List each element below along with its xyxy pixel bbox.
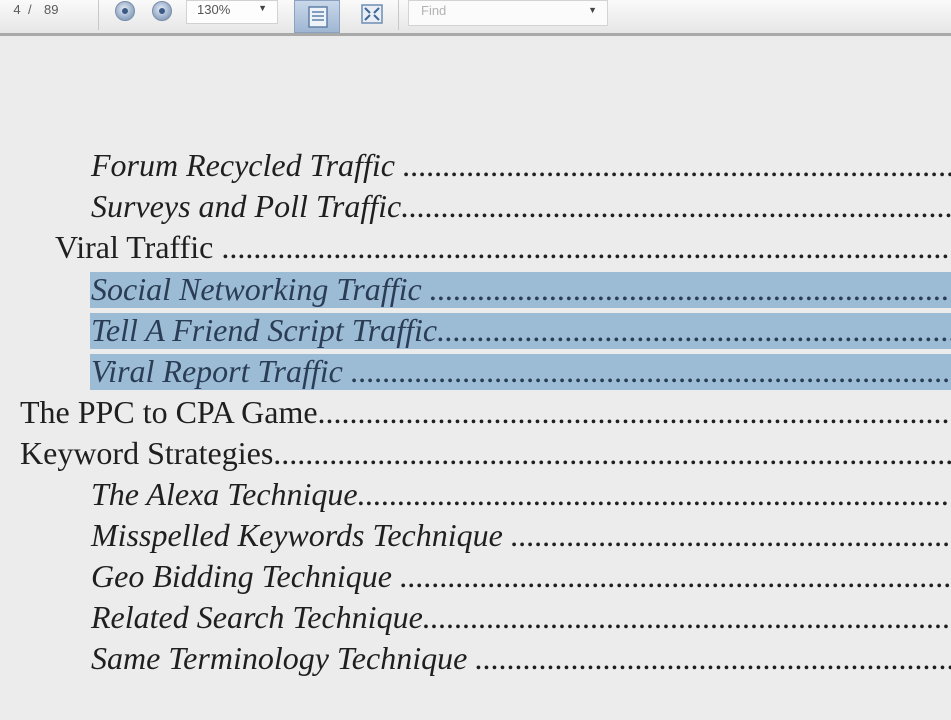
toc-entry[interactable]: Geo Bidding Technique ..................…	[0, 556, 951, 596]
zoom-in-icon	[159, 8, 165, 14]
page-number-input[interactable]: 4	[10, 2, 24, 17]
toc-dot-leader: ........................................…	[422, 599, 951, 635]
toc-dot-leader: ........................................…	[475, 640, 951, 676]
zoom-in-button[interactable]	[152, 1, 172, 21]
toc-entry-title: The Alexa Technique	[91, 476, 358, 512]
toc-entry[interactable]: Same Terminology Technique .............…	[0, 638, 951, 678]
zoom-out-icon	[122, 8, 128, 14]
toc-entry-title: Social Networking Traffic	[91, 271, 430, 307]
toc-entry-title: Same Terminology Technique	[91, 640, 476, 676]
find-input[interactable]: Find ▼	[408, 0, 608, 26]
toc-dot-leader: ........................................…	[401, 188, 951, 224]
toc-dot-leader: ........................................…	[400, 558, 951, 594]
toc-entry-title: Viral Traffic	[55, 229, 222, 265]
document-page: Forum Recycled Traffic .................…	[0, 39, 951, 720]
fit-page-button[interactable]	[294, 0, 340, 33]
zoom-level-value: 130%	[197, 2, 231, 17]
full-screen-icon	[361, 4, 383, 24]
toc-dot-leader: ........................................…	[437, 312, 951, 348]
toc-dot-leader: ........................................…	[357, 476, 951, 512]
toc-entry-title: Misspelled Keywords Technique	[91, 517, 511, 553]
toc-entry[interactable]: Misspelled Keywords Technique ..........…	[0, 515, 951, 555]
toolbar-divider	[398, 0, 399, 30]
toc-entry[interactable]: Forum Recycled Traffic .................…	[0, 145, 951, 185]
toc-entry[interactable]: Surveys and Poll Traffic................…	[0, 186, 951, 226]
toc-dot-leader: ........................................…	[317, 394, 951, 430]
toc-entry[interactable]: Tell A Friend Script Traffic............…	[0, 310, 951, 350]
toc-entry-title: Forum Recycled Traffic	[91, 147, 403, 183]
find-placeholder: Find	[421, 3, 447, 18]
full-screen-button[interactable]	[354, 0, 390, 30]
toc-dot-leader: ........................................…	[402, 147, 951, 183]
toc-entry-title: Viral Report Traffic	[91, 353, 351, 389]
toc-entry[interactable]: Related Search Technique................…	[0, 597, 951, 637]
toc-entry-title: Geo Bidding Technique	[91, 558, 400, 594]
chevron-down-icon: ▼	[588, 5, 597, 15]
toc-entry-title: The PPC to CPA Game	[20, 394, 318, 430]
page-total: 89	[44, 2, 59, 17]
toc-entry[interactable]: Viral Traffic ..........................…	[0, 227, 951, 267]
toolbar: 4 / 89 130% ▼ Find ▼	[0, 0, 951, 36]
toc-entry[interactable]: Social Networking Traffic ..............…	[0, 269, 951, 309]
toc-entry-title: Related Search Technique	[91, 599, 423, 635]
toc-dot-leader: ........................................…	[429, 271, 951, 307]
page-separator: /	[28, 2, 32, 17]
fit-page-icon	[308, 6, 328, 28]
pdf-viewer: 4 / 89 130% ▼ Find ▼ Forum Recycled Traf…	[0, 0, 951, 720]
toc-dot-leader: ........................................…	[350, 353, 951, 389]
toc-entry[interactable]: The PPC to CPA Game.....................…	[0, 392, 951, 432]
zoom-out-button[interactable]	[115, 1, 135, 21]
toc-entry-title: Tell A Friend Script Traffic	[91, 312, 438, 348]
toc-entry-title: Surveys and Poll Traffic	[91, 188, 402, 224]
chevron-down-icon: ▼	[258, 3, 267, 13]
toc-entry[interactable]: Keyword Strategies......................…	[0, 433, 951, 473]
toc-entry-title: Keyword Strategies	[20, 435, 274, 471]
toc-dot-leader: ........................................…	[273, 435, 951, 471]
toc-dot-leader: ........................................…	[221, 229, 951, 265]
toolbar-divider	[98, 0, 99, 30]
zoom-level-select[interactable]: 130% ▼	[186, 0, 278, 24]
toc-entry[interactable]: Viral Report Traffic ...................…	[0, 351, 951, 391]
toc-dot-leader: ........................................…	[510, 517, 951, 553]
toc-entry[interactable]: The Alexa Technique.....................…	[0, 474, 951, 514]
